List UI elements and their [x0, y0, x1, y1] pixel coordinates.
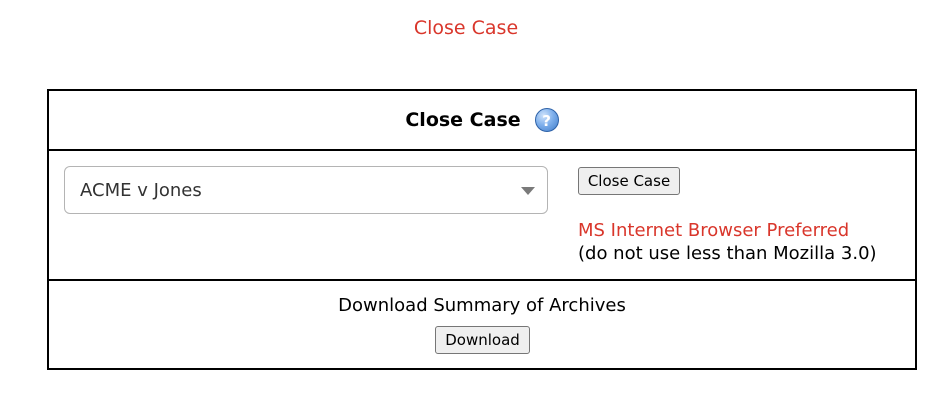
panel-header: Close Case ? [49, 91, 915, 151]
close-case-button[interactable]: Close Case [578, 167, 680, 195]
browser-note: MS Internet Browser Preferred (do not us… [578, 219, 877, 265]
case-select[interactable]: ACME v Jones [64, 166, 548, 214]
case-row: ACME v Jones Close Case MS Internet Brow… [49, 151, 915, 281]
download-button[interactable]: Download [435, 326, 530, 354]
chevron-down-icon [521, 187, 535, 195]
case-select-value: ACME v Jones [80, 180, 202, 201]
download-summary-label: Download Summary of Archives [338, 295, 626, 316]
close-case-panel: Close Case ? ACME v Jones Close Case MS … [47, 89, 917, 370]
download-row: Download Summary of Archives Download [49, 281, 915, 368]
help-icon[interactable]: ? [534, 108, 559, 132]
browser-preferred-note: MS Internet Browser Preferred [578, 220, 850, 241]
page-title: Close Case [413, 17, 519, 39]
panel-title: Close Case [405, 109, 521, 131]
browser-version-note: (do not use less than Mozilla 3.0) [578, 243, 877, 264]
